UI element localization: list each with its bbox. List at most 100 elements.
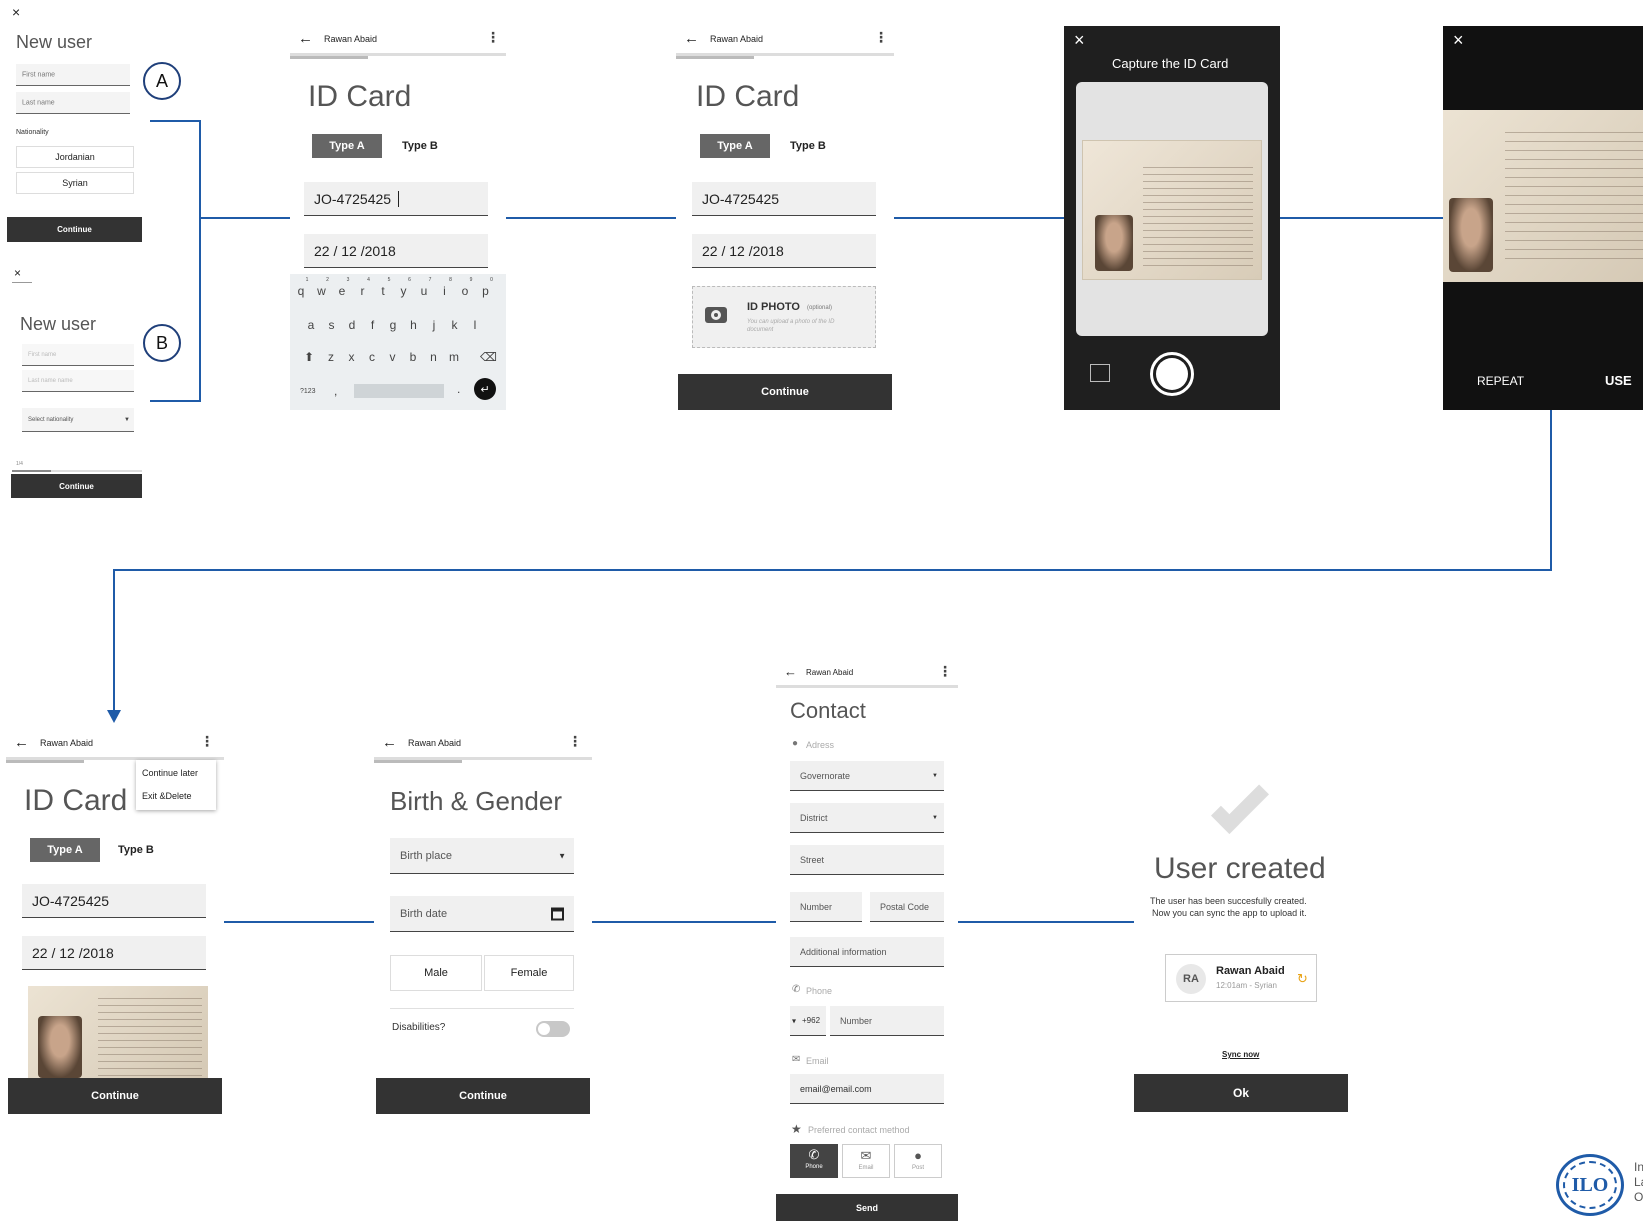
contact-method-post[interactable]: ● Post [894, 1144, 942, 1178]
governorate-select[interactable]: Governorate ▼ [790, 761, 944, 791]
last-name-field[interactable]: Last name [16, 92, 130, 114]
key-g[interactable]: g [386, 318, 400, 332]
key-r[interactable]: r [356, 284, 370, 298]
back-arrow-icon[interactable]: ← [382, 734, 397, 751]
shift-key[interactable]: ⬆ [304, 350, 314, 364]
calendar-icon[interactable] [551, 907, 564, 920]
id-number-field[interactable]: JO-4725425 [692, 182, 876, 216]
close-icon[interactable]: × [1074, 30, 1085, 51]
key-v[interactable]: v [386, 350, 400, 364]
more-vert-icon[interactable]: ⋮ [200, 733, 214, 750]
close-icon[interactable]: × [12, 4, 20, 20]
back-arrow-icon[interactable]: ← [784, 664, 797, 679]
key-a[interactable]: a [304, 318, 318, 332]
date-field[interactable]: 22 / 12 /2018 [692, 234, 876, 268]
key-d[interactable]: d [345, 318, 359, 332]
key-m[interactable]: m [447, 350, 461, 364]
birth-place-select[interactable]: Birth place ▼ [390, 838, 574, 874]
key-f[interactable]: f [366, 318, 380, 332]
more-vert-icon[interactable]: ⋮ [568, 733, 582, 750]
birth-date-field[interactable]: Birth date [390, 896, 574, 932]
tab-type-a[interactable]: Type A [30, 838, 100, 862]
enter-key[interactable]: ↵ [474, 378, 496, 400]
repeat-button[interactable]: REPEAT [1477, 374, 1524, 388]
use-button[interactable]: USE [1605, 373, 1632, 388]
send-button[interactable]: Send [776, 1194, 958, 1221]
date-field[interactable]: 22 / 12 /2018 [304, 234, 488, 268]
menu-item-continue-later[interactable]: Continue later [142, 768, 198, 778]
contact-method-email[interactable]: ✉ Email [842, 1144, 890, 1178]
first-name-field[interactable]: First name [22, 344, 134, 366]
key-q[interactable]: q [294, 284, 308, 298]
more-vert-icon[interactable]: ⋮ [874, 29, 888, 46]
key-o[interactable]: o [458, 284, 472, 298]
backspace-key[interactable]: ⌫ [480, 350, 497, 364]
gender-female-button[interactable]: Female [484, 955, 574, 991]
tab-type-a[interactable]: Type A [700, 134, 770, 158]
key-w[interactable]: w [315, 284, 329, 298]
symbols-key[interactable]: ?123 [300, 388, 316, 395]
more-vert-icon[interactable]: ⋮ [938, 663, 952, 680]
nationality-option-syrian[interactable]: Syrian [16, 172, 134, 194]
back-arrow-icon[interactable]: ← [14, 734, 29, 751]
key-n[interactable]: n [427, 350, 441, 364]
tab-type-a[interactable]: Type A [312, 134, 382, 158]
key-h[interactable]: h [407, 318, 421, 332]
continue-button[interactable]: Continue [8, 1078, 222, 1114]
key-b[interactable]: b [406, 350, 420, 364]
id-number-field[interactable]: JO-4725425 [304, 182, 488, 216]
key-i[interactable]: i [438, 284, 452, 298]
id-number-field[interactable]: JO-4725425 [22, 884, 206, 918]
menu-item-exit-delete[interactable]: Exit &Delete [142, 791, 192, 801]
number-field[interactable]: Number [790, 892, 862, 922]
additional-info-field[interactable]: Additional information [790, 937, 944, 967]
district-select[interactable]: District ▼ [790, 803, 944, 833]
contact-method-phone[interactable]: ✆ Phone [790, 1144, 838, 1178]
last-name-field[interactable]: Last name name [22, 370, 134, 392]
key-z[interactable]: z [324, 350, 338, 364]
phone-number-field[interactable]: Number [830, 1006, 944, 1036]
key-l[interactable]: l [468, 318, 482, 332]
key-s[interactable]: s [325, 318, 339, 332]
close-icon[interactable]: × [14, 266, 21, 280]
gender-male-button[interactable]: Male [390, 955, 482, 991]
continue-button[interactable]: Continue [678, 374, 892, 410]
key-p[interactable]: p [479, 284, 493, 298]
tab-type-b[interactable]: Type B [402, 140, 438, 152]
back-arrow-icon[interactable]: ← [684, 30, 699, 47]
continue-button[interactable]: Continue [11, 474, 142, 498]
more-vert-icon[interactable]: ⋮ [486, 29, 500, 46]
key-e[interactable]: e [335, 284, 349, 298]
gallery-icon[interactable] [1090, 364, 1110, 382]
tab-type-b[interactable]: Type B [790, 140, 826, 152]
id-photo-upload[interactable]: ID PHOTO (optional) You can upload a pho… [692, 286, 876, 348]
street-field[interactable]: Street [790, 845, 944, 875]
dot-key[interactable]: . [457, 382, 460, 396]
key-x[interactable]: x [345, 350, 359, 364]
close-icon[interactable]: × [1453, 30, 1464, 51]
comma-key[interactable]: , [334, 384, 337, 398]
disabilities-toggle[interactable] [536, 1021, 570, 1037]
space-bar[interactable] [354, 384, 444, 398]
key-y[interactable]: y [397, 284, 411, 298]
key-c[interactable]: c [365, 350, 379, 364]
postal-code-field[interactable]: Postal Code [870, 892, 944, 922]
id-photo-title: ID PHOTO [747, 301, 800, 313]
key-u[interactable]: u [417, 284, 431, 298]
continue-button[interactable]: Continue [376, 1078, 590, 1114]
first-name-field[interactable]: First name [16, 64, 130, 86]
back-arrow-icon[interactable]: ← [298, 30, 313, 47]
sync-now-link[interactable]: Sync now [1222, 1050, 1259, 1059]
nationality-option-jordanian[interactable]: Jordanian [16, 146, 134, 168]
key-t[interactable]: t [376, 284, 390, 298]
date-field[interactable]: 22 / 12 /2018 [22, 936, 206, 970]
ok-button[interactable]: Ok [1134, 1074, 1348, 1112]
country-code-select[interactable]: +962 ▾ [790, 1006, 826, 1036]
key-k[interactable]: k [448, 318, 462, 332]
continue-button[interactable]: Continue [7, 217, 142, 242]
nationality-select[interactable]: Select nationality ▼ [22, 408, 134, 432]
shutter-button[interactable] [1150, 352, 1194, 396]
key-j[interactable]: j [427, 318, 441, 332]
tab-type-b[interactable]: Type B [118, 844, 154, 856]
email-field[interactable]: email@email.com [790, 1074, 944, 1104]
